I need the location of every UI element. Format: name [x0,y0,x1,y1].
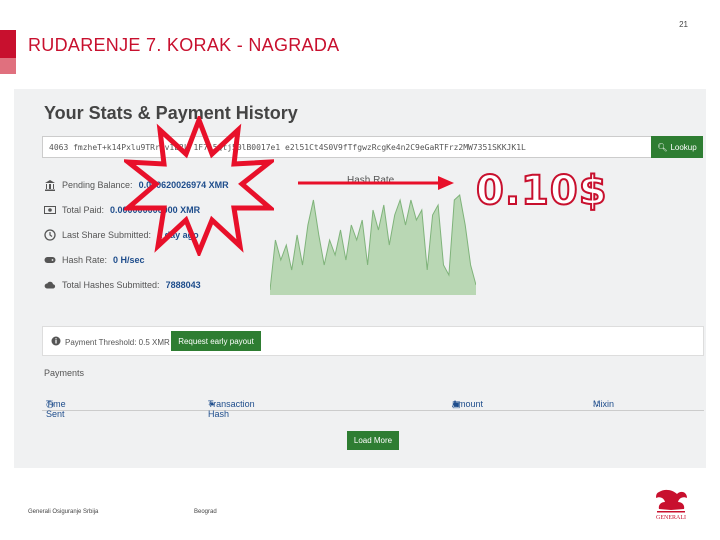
clock-icon [44,229,56,241]
lookup-label: Lookup [670,142,697,152]
highlight-starburst [124,116,274,256]
pending-balance-label: Pending Balance: [62,180,133,190]
request-early-payout-button[interactable]: Request early payout [171,331,261,351]
gamepad-icon [44,254,56,266]
red-accent-bar [0,30,16,74]
pool-stats-screenshot: Your Stats & Payment History 4063 fmzheT… [14,89,706,468]
load-more-button[interactable]: Load More [347,431,399,450]
total-hashes-value: 7888043 [165,280,201,290]
footer-company: Generali Osiguranje Srbija [28,509,99,515]
hash-rate-chart [270,194,476,295]
reward-amount: 0.10$ [475,167,608,215]
generali-logo: GENERALI [656,489,687,521]
total-hashes-label: Total Hashes Submitted: [62,280,160,290]
threshold-row: Payment Threshold: 0.5 XMR [51,336,170,348]
lookup-button[interactable]: 🔍︎ Lookup [651,136,703,158]
payments-table-header: ◷ Time Sent ❧ Transaction Hash ▣ Amount ∷ Mi… [42,391,704,419]
slide-title: RUDARENJE 7. KORAK - NAGRADA [28,35,340,55]
slide-number: 21 [679,20,688,29]
total-paid-label: Total Paid: [62,205,105,215]
info-icon [51,336,61,348]
slide: 21 RUDARENJE 7. KORAK - NAGRADA Your Sta… [0,0,720,540]
svg-text:GENERALI: GENERALI [656,515,686,521]
threshold-panel: Payment Threshold: 0.5 XMR Request early… [42,326,704,356]
threshold-text: Payment Threshold: 0.5 XMR [65,337,170,347]
money-icon [44,204,56,216]
payments-title: Payments [44,368,85,378]
hash-rate-label: Hash Rate: [62,255,108,265]
total-hashes-row: Total Hashes Submitted: 7888043 [44,278,201,292]
search-icon: 🔍︎ [657,142,668,152]
red-arrow [298,176,454,190]
hash-rate-value: 0 H/sec [113,255,145,265]
bank-icon [44,179,56,191]
cloud-upload-icon [44,279,56,291]
footer-city: Beograd [194,509,217,515]
